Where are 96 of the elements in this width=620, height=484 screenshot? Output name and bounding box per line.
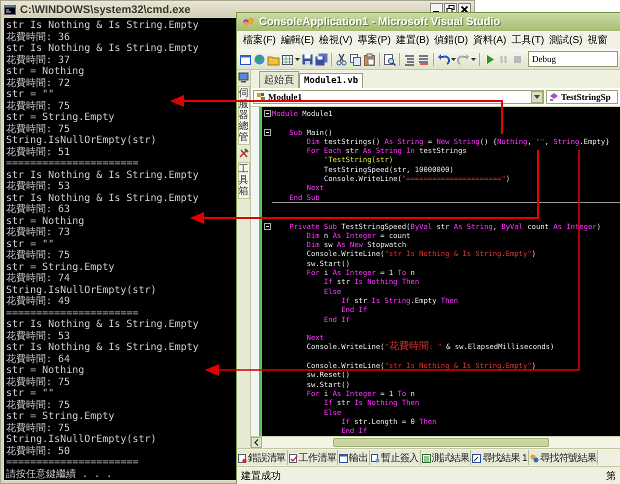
globe-icon[interactable] <box>253 52 266 66</box>
console-icon <box>4 4 16 14</box>
console-line: 花費時間: 75 <box>6 400 70 411</box>
member-dropdown[interactable]: TestStringSp <box>546 90 618 104</box>
console-line: str = "" <box>6 89 54 100</box>
console-line: str Is Nothing & Is String.Empty <box>6 319 199 330</box>
console-line: ====================== <box>6 457 138 468</box>
copy-icon[interactable] <box>349 52 362 66</box>
console-line: 花費時間: 53 <box>6 181 70 192</box>
console-line: 花費時間: 72 <box>6 78 70 89</box>
status-message: 建置成功 <box>241 470 281 482</box>
document-tab[interactable]: Module1.vb <box>299 73 364 88</box>
console-line: ====================== <box>6 158 138 170</box>
panel-icon <box>237 452 247 462</box>
panel-icon <box>420 452 431 462</box>
menu-item[interactable]: 建置(B) <box>396 33 430 47</box>
window-title: ConsoleApplication1 - Microsoft Visual Studio <box>259 16 500 28</box>
console-line: str = "" <box>6 238 54 250</box>
console-line: str = Nothing <box>6 216 84 226</box>
console-line: String.IsNullOrEmpty(str) <box>6 434 157 446</box>
menu-item[interactable]: 專案(P) <box>357 33 391 47</box>
console-line: str = String.Empty <box>6 411 114 422</box>
collapse-icon[interactable] <box>264 222 271 230</box>
console-line: 花費時間: 50 <box>6 446 70 457</box>
tool-window-tab[interactable]: 錯誤清單 <box>237 450 288 465</box>
scrollbar-thumb[interactable] <box>332 438 550 447</box>
console-line: str = "" <box>6 388 54 400</box>
console-line: ====================== <box>6 308 138 319</box>
console-line: str = String.Empty <box>6 112 114 124</box>
menu-item[interactable]: 視窗 <box>588 33 608 47</box>
configuration-dropdown[interactable]: Debug <box>528 51 618 67</box>
console-line: 花費時間: 74 <box>6 273 70 284</box>
panel-icon <box>529 452 539 462</box>
tool-window-tab[interactable]: 工作清單 <box>288 450 338 465</box>
console-line: 花費時間: 64 <box>6 354 70 365</box>
console-line: 花費時間: 75 <box>6 422 70 434</box>
console-line: str = String.Empty <box>6 262 114 272</box>
tool-window-tab[interactable]: 測試結果 <box>420 450 472 465</box>
scroll-left-button[interactable] <box>251 437 262 448</box>
tools-icon <box>238 148 249 159</box>
console-line: str Is Nothing & Is String.Empty <box>6 192 199 204</box>
tool-window-tab[interactable]: 輸出 <box>338 450 370 465</box>
menu-item[interactable]: 檢視(V) <box>319 33 352 47</box>
tool-window-tab[interactable]: 尋找結果 1 <box>471 450 529 465</box>
lines-indent-icon[interactable] <box>417 52 430 66</box>
new-window-icon[interactable] <box>239 52 252 66</box>
scissors-icon[interactable] <box>335 52 348 66</box>
console-line: 花費時間: 75 <box>6 124 70 135</box>
console-line: str = Nothing <box>6 365 84 376</box>
console-line: String.IsNullOrEmpty(str) <box>6 135 157 146</box>
status-position: 第 <box>606 470 616 482</box>
grid-icon[interactable] <box>281 52 294 66</box>
collapse-icon[interactable] <box>264 110 271 118</box>
console-line: str Is Nothing & Is String.Empty <box>6 170 199 180</box>
computer-icon <box>238 72 249 83</box>
menu-item[interactable]: 偵錯(D) <box>434 33 468 47</box>
console-line: 花費時間: 63 <box>6 204 70 216</box>
menu-item[interactable]: 檔案(F) <box>243 33 276 47</box>
console-line: str Is Nothing & Is String.Empty <box>6 20 199 32</box>
tool-window-tab[interactable]: 暫止簽入 <box>370 450 421 465</box>
console-line: 花費時間: 75 <box>6 100 70 112</box>
collapse-icon[interactable] <box>264 128 271 136</box>
console-line: 花費時間: 75 <box>6 250 70 262</box>
document-tab[interactable]: 起始頁 <box>259 71 299 88</box>
undo-icon[interactable] <box>437 52 450 66</box>
console-line: str = Nothing <box>6 66 84 78</box>
console-line: str Is Nothing & Is String.Empty <box>6 342 199 354</box>
console-line: 花費時間: 36 <box>6 32 70 43</box>
console-line: 花費時間: 75 <box>6 376 70 388</box>
console-line: 花費時間: 37 <box>6 54 70 66</box>
caret-icon[interactable] <box>531 91 543 103</box>
method-icon <box>549 92 559 102</box>
menu-item[interactable]: 編輯(E) <box>280 33 314 47</box>
console-line: 請按任意鍵繼續 . . . <box>6 468 112 480</box>
document-find-icon[interactable] <box>383 52 396 66</box>
menu-item[interactable]: 工具(T) <box>511 33 544 47</box>
console-line: 花費時間: 73 <box>6 227 70 238</box>
menu-item[interactable]: 資料(A) <box>473 33 506 47</box>
module-icon <box>256 92 266 102</box>
floppy-disks-icon[interactable] <box>315 52 328 66</box>
panel-icon <box>370 452 380 462</box>
side-panel-tab[interactable]: 工具箱 <box>238 162 250 199</box>
menu-item[interactable]: 測試(S) <box>549 33 583 47</box>
console-line: 花費時間: 51 <box>6 146 70 158</box>
window-title: C:\WINDOWS\system32\cmd.exe <box>20 4 192 16</box>
lines-icon[interactable] <box>403 52 416 66</box>
console-line: 花費時間: 49 <box>6 296 70 308</box>
panel-icon <box>338 452 348 462</box>
tool-window-tab[interactable]: 尋找符號結果 <box>529 450 598 465</box>
console-line: 花費時間: 53 <box>6 330 70 342</box>
console-line: String.IsNullOrEmpty(str) <box>6 284 157 296</box>
panel-icon <box>288 452 298 462</box>
console-line: str Is Nothing & Is String.Empty <box>6 43 199 54</box>
panel-icon <box>471 452 482 462</box>
infinity-logo-icon <box>241 17 255 27</box>
clipboard-icon[interactable] <box>363 52 376 66</box>
